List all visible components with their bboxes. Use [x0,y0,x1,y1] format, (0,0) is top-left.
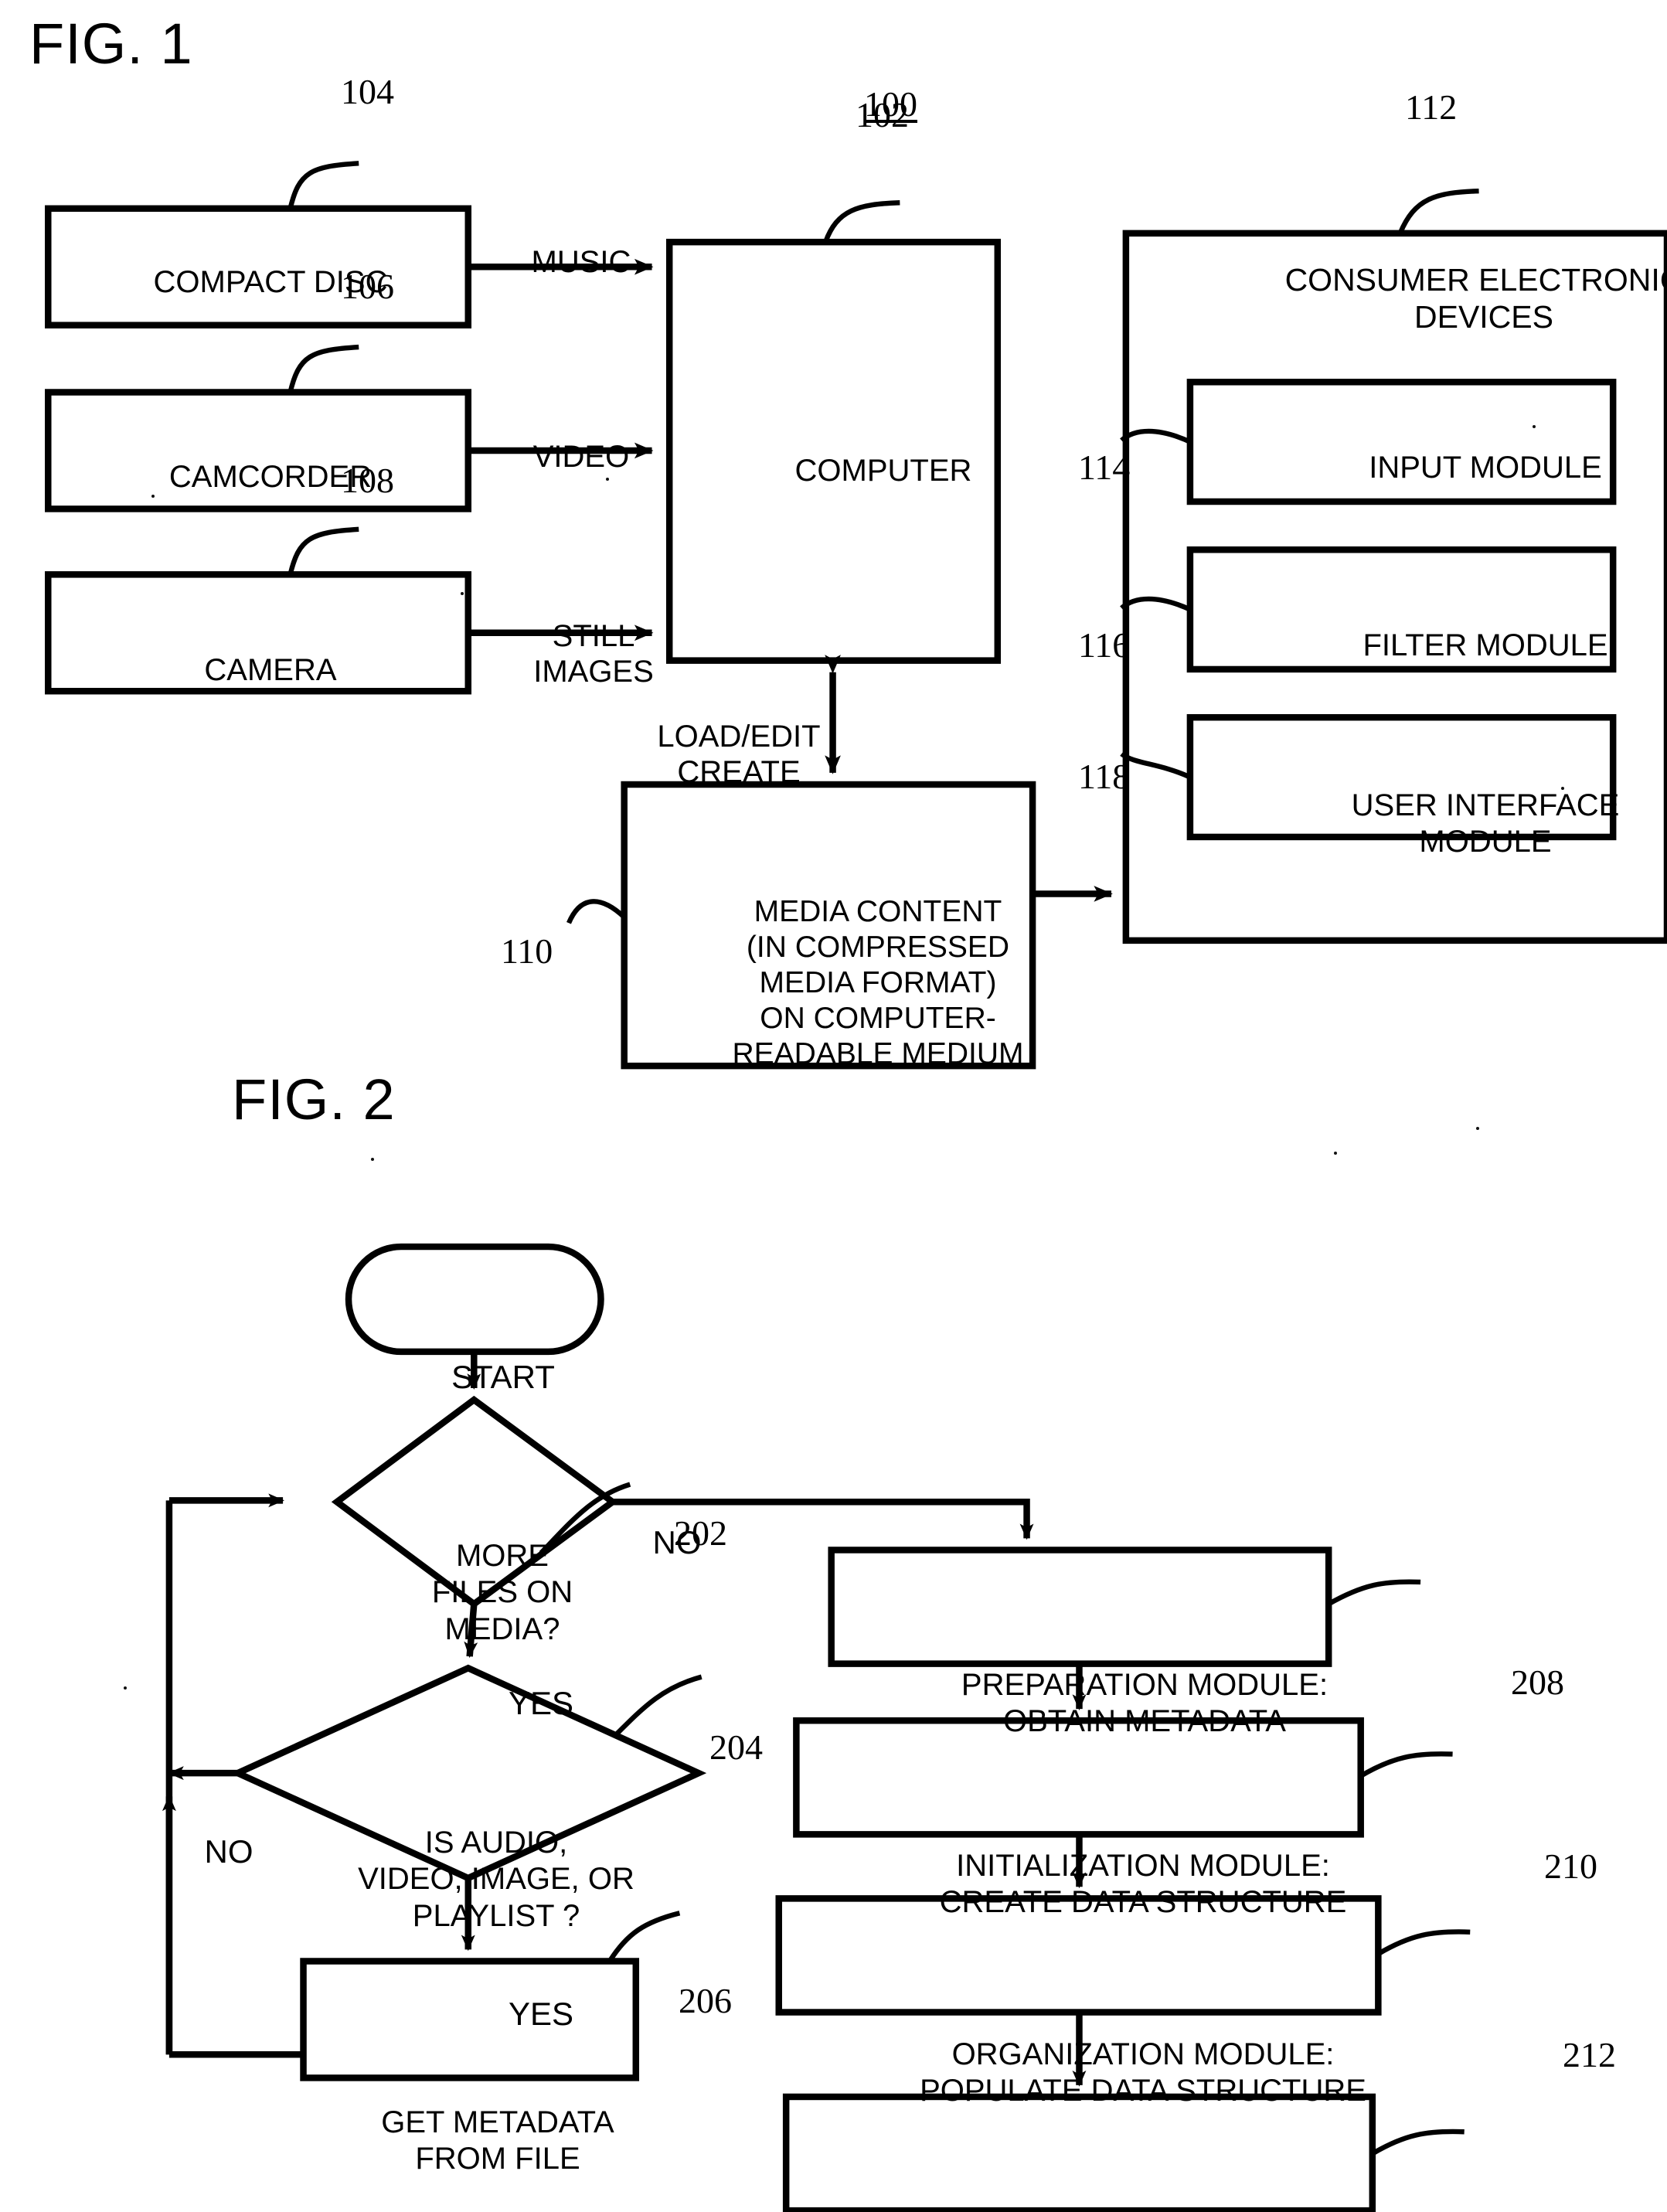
patent-drawing-sheet: FIG. 1 100 COMPACT DISC CAMCORDER CAMERA… [0,0,1667,2212]
leader-114 [1120,428,1192,444]
scan-speckle [1561,787,1564,790]
box-writer-module [782,2093,1376,2212]
box-organization-module [775,1895,1382,2016]
diamond-media-type [230,1664,707,1882]
leader-110 [566,899,626,924]
edge-label-load-edit-create: LOAD/EDIT CREATE [657,720,821,790]
box-initialization-module [793,1717,1364,1838]
ref-114: 114 [1078,448,1131,487]
ref-106: 106 [341,267,394,306]
scan-speckle [371,1158,374,1161]
scan-speckle [1533,425,1536,428]
scan-speckle [606,478,609,481]
ref-118: 118 [1078,757,1131,796]
leader-118 [1120,751,1192,780]
figure-1-title: FIG. 1 [29,12,193,76]
scan-speckle [1334,1152,1337,1155]
ref-104: 104 [341,72,394,111]
leader-206 [607,1911,681,1963]
leader-104 [287,161,359,209]
scan-speckle [461,592,464,595]
leader-210 [1359,1751,1453,1778]
scan-speckle [1476,1127,1479,1130]
edge-label-music: MUSIC [531,245,631,279]
leader-208 [1327,1579,1421,1607]
edge-label-no-media-type: NO [204,1833,253,1870]
ref-204: 204 [709,1727,763,1767]
ref-116: 116 [1078,625,1131,665]
edge-label-yes-more-files: YES [508,1685,574,1721]
edge-label-yes-media-type: YES [508,1996,574,2032]
ref-212: 212 [1563,2035,1616,2074]
ref-208: 208 [1511,1662,1564,1702]
box-input-module [1186,379,1617,505]
leader-204 [614,1674,703,1736]
box-media-content [621,781,1036,1070]
box-filter-module [1186,546,1617,673]
box-camera [45,571,472,695]
leader-116 [1120,596,1192,612]
leader-106 [287,344,359,393]
leader-108 [287,526,359,576]
arrow-yes-to-mediatype [464,1603,478,1659]
box-compact-disc [45,205,472,328]
ref-110: 110 [501,931,553,971]
ref-202: 202 [674,1513,727,1553]
scan-speckle [151,495,155,498]
ref-210: 210 [1544,1846,1597,1886]
leader-212 [1376,1929,1471,1956]
ref-108: 108 [341,461,394,500]
leader-112 [1397,188,1479,235]
ref-102: 102 [856,95,909,134]
edge-label-still-images: STILL IMAGES [533,619,654,689]
leader-102 [823,200,900,243]
box-computer [665,238,1002,664]
leader-214 [1371,2129,1465,2156]
ref-112: 112 [1405,87,1458,127]
box-camcorder [45,389,472,512]
box-preparation-module [828,1547,1332,1667]
box-user-interface-module [1186,713,1617,841]
figure-2-title: FIG. 2 [232,1067,396,1132]
edge-label-video: VIDEO [532,440,630,474]
ref-206: 206 [679,1981,732,2020]
box-start [345,1243,604,1356]
scan-speckle [124,1686,127,1690]
diamond-more-files [331,1395,618,1608]
